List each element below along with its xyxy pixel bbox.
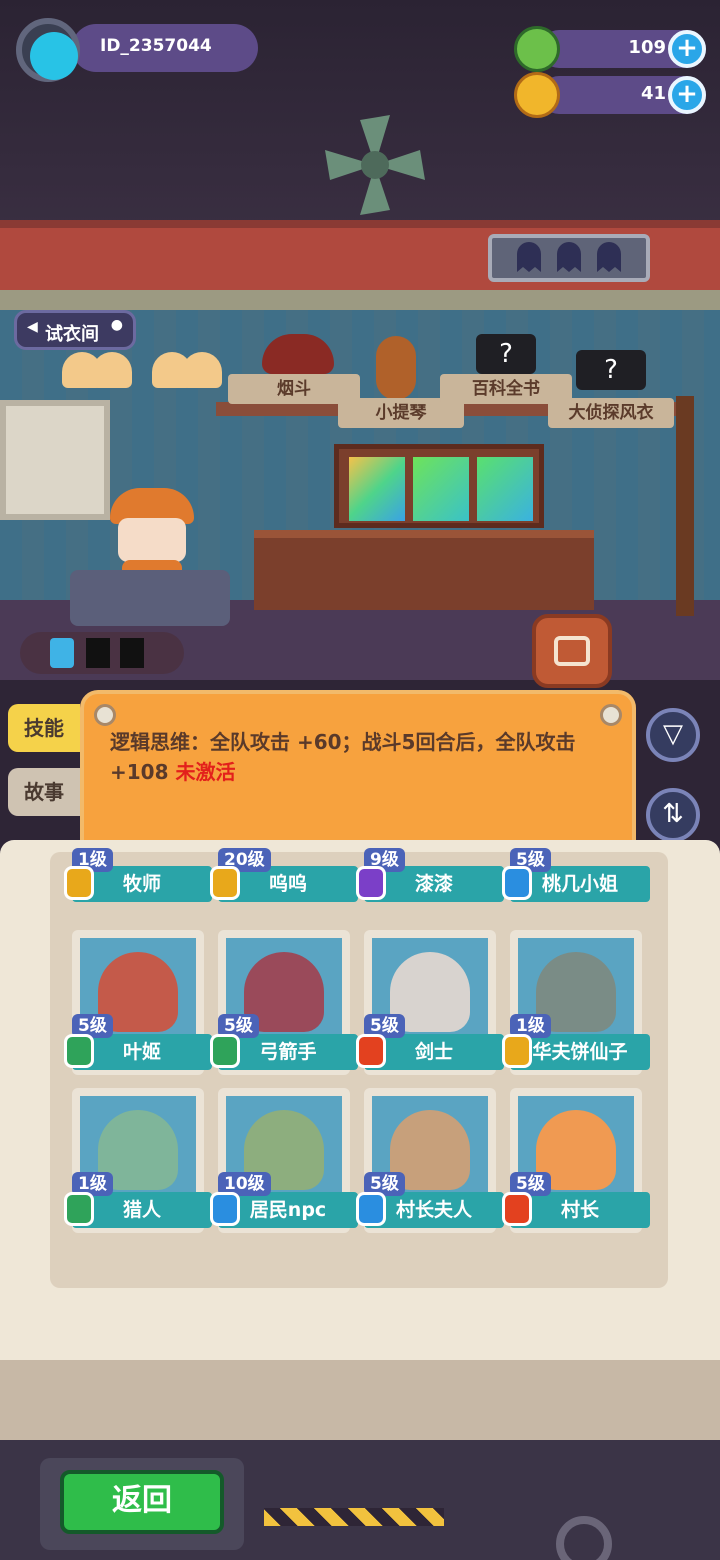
tab-skill[interactable]: 技能 (8, 704, 80, 752)
character-card[interactable]: 猎人 1级 (64, 1088, 212, 1233)
avatar[interactable] (16, 18, 80, 82)
character-card[interactable]: 漆漆 9级 (356, 848, 504, 922)
coin-count: 41 (640, 83, 666, 104)
detective-coat-icon[interactable]: ? (576, 350, 646, 390)
ceiling-strip (0, 290, 720, 312)
character-class-badge-icon (210, 866, 240, 900)
character-card[interactable]: 桃几小姐 5级 (502, 848, 650, 922)
character-class-badge-icon (502, 866, 532, 900)
skill-status: 未激活 (175, 760, 236, 784)
character-card[interactable]: 华夫饼仙子 1级 (502, 930, 650, 1075)
typewriter (70, 570, 230, 626)
window (0, 400, 110, 520)
sort-button[interactable]: ⇅ (646, 788, 700, 842)
skill-description: 逻辑思维：全队攻击 +60；战斗5回合后，全队攻击 +108 未激活 (110, 727, 610, 787)
back-button[interactable]: 返回 (60, 1470, 224, 1534)
gem-slot-bar (20, 632, 184, 674)
currency-coin: 41 + (514, 72, 706, 118)
player-profile[interactable]: ID_2357044 (16, 18, 266, 82)
arrow-left-icon: ◀ (27, 319, 38, 335)
display-case (334, 444, 544, 528)
violin-icon[interactable] (376, 336, 416, 400)
character-class-badge-icon (64, 1192, 94, 1226)
character-card[interactable]: 呜呜 20级 (210, 848, 358, 922)
character-card[interactable]: 剑士 5级 (356, 930, 504, 1075)
character-card[interactable]: 村长 5级 (502, 1088, 650, 1233)
gem-count: 109 (628, 37, 666, 58)
fitting-room-title: 试衣间 (45, 324, 99, 345)
hazard-stripe (264, 1508, 444, 1526)
character-class-badge-icon (356, 1192, 386, 1226)
gold-planet-coin-icon (514, 72, 560, 118)
character-card[interactable]: 弓箭手 5级 (210, 930, 358, 1075)
green-gem-icon (514, 26, 560, 72)
pin-icon (94, 704, 116, 726)
currency-gem: 109 + (514, 26, 706, 72)
character-class-badge-icon (502, 1034, 532, 1068)
gem-slot-filled-icon (50, 638, 74, 668)
shelf-label-detective-coat: 大侦探风衣 (548, 398, 674, 428)
player-id: ID_2357044 (72, 24, 258, 72)
costume-icon (554, 636, 590, 666)
character-class-badge-icon (356, 866, 386, 900)
dot-icon: ● (110, 317, 123, 333)
fitting-room-tag[interactable]: ◀ 试衣间 ● (14, 310, 136, 350)
coat-rack (676, 396, 694, 616)
gem-slot-empty-icon (120, 638, 144, 668)
book-bottom-edge (0, 1360, 720, 1440)
cat-avatar-icon (30, 32, 78, 80)
character-card[interactable]: 村长夫人 5级 (356, 1088, 504, 1233)
character-class-badge-icon (210, 1034, 240, 1068)
encyclopedia-icon[interactable]: ? (476, 334, 536, 374)
add-gem-button[interactable]: + (668, 30, 706, 68)
character-card[interactable]: 叶姬 5级 (64, 930, 212, 1075)
pipe-icon[interactable] (262, 334, 334, 374)
character-class-badge-icon (356, 1034, 386, 1068)
sort-icon: ⇅ (662, 799, 684, 829)
add-coin-button[interactable]: + (668, 76, 706, 114)
character-class-badge-icon (64, 1034, 94, 1068)
faded-book-text (150, 1322, 650, 1336)
character-class-badge-icon (502, 1192, 532, 1226)
desk (254, 530, 594, 610)
character-card[interactable]: 居民npc 10级 (210, 1088, 358, 1233)
character-card[interactable]: 牧师 1级 (64, 848, 212, 922)
pin-icon (600, 704, 622, 726)
fan-icon (325, 115, 425, 215)
character-class-badge-icon (210, 1192, 240, 1226)
filter-button[interactable]: ▽ (646, 708, 700, 762)
character-class-badge-icon (64, 866, 94, 900)
gem-slot-empty-icon (86, 638, 110, 668)
tab-story[interactable]: 故事 (8, 768, 80, 816)
ghost-panel (488, 234, 650, 282)
wardrobe-button[interactable] (532, 614, 612, 688)
filter-icon: ▽ (663, 719, 683, 749)
ceiling-lamp (62, 352, 222, 392)
